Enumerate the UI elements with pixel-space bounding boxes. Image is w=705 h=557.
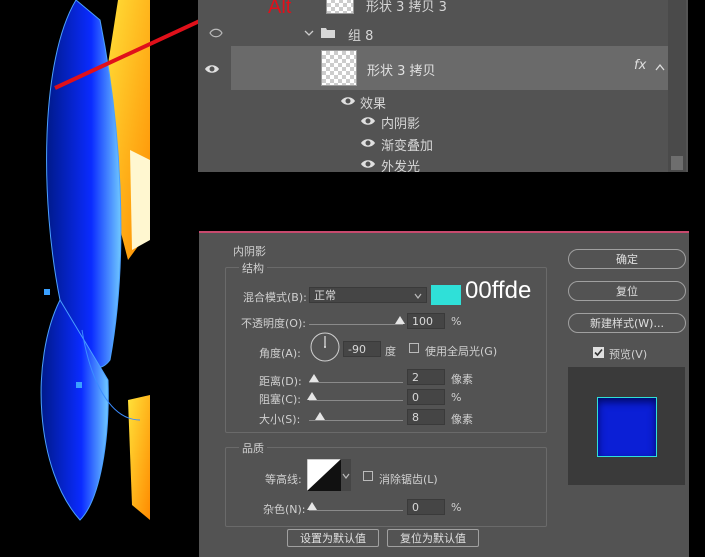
style-preview	[568, 367, 685, 485]
degree-unit: 度	[385, 345, 396, 358]
layer-name: 形状 3 拷贝 3	[366, 0, 447, 15]
opacity-slider-knob[interactable]	[395, 316, 405, 324]
effect-name: 渐变叠加	[381, 139, 434, 154]
distance-slider[interactable]	[309, 382, 403, 383]
pixel-unit: 像素	[451, 373, 473, 386]
set-default-button[interactable]: 设置为默认值	[287, 529, 379, 547]
distance-input[interactable]: 2	[407, 369, 445, 385]
noise-slider-knob[interactable]	[307, 502, 317, 510]
opacity-slider[interactable]	[309, 324, 403, 325]
chevron-up-icon[interactable]	[655, 63, 665, 71]
noise-label: 杂色(N):	[263, 503, 306, 516]
preview-swatch	[597, 397, 657, 457]
choke-input[interactable]: 0	[407, 389, 445, 405]
angle-label: 角度(A):	[259, 347, 301, 360]
eye-icon[interactable]	[204, 61, 220, 77]
reset-button[interactable]: 复位	[568, 281, 686, 301]
effect-name: 外发光	[381, 160, 421, 172]
folder-icon	[321, 28, 335, 38]
artwork-canvas	[0, 0, 200, 555]
eye-off-icon[interactable]	[208, 25, 224, 41]
quality-label: 品质	[239, 440, 267, 456]
section-title: 内阴影	[233, 245, 266, 258]
angle-input[interactable]: -90	[343, 341, 381, 357]
eye-icon[interactable]	[340, 93, 356, 109]
layer-thumbnail	[321, 50, 357, 86]
layer-name: 形状 3 拷贝	[367, 64, 436, 79]
percent-unit: %	[451, 501, 462, 514]
distance-label: 距离(D):	[259, 375, 302, 388]
choke-label: 阻塞(C):	[259, 393, 301, 406]
fx-badge[interactable]: fx	[634, 58, 646, 73]
preview-checkbox[interactable]	[593, 347, 604, 358]
global-light-label: 使用全局光(G)	[425, 345, 498, 358]
percent-unit: %	[451, 315, 462, 328]
ok-button[interactable]: 确定	[568, 249, 686, 269]
choke-slider-knob[interactable]	[307, 392, 317, 400]
group-name: 组 8	[348, 29, 374, 44]
blend-mode-label: 混合模式(B):	[243, 291, 307, 304]
group-row[interactable]: 组 8	[198, 22, 670, 44]
contour-picker[interactable]	[307, 459, 341, 491]
reset-default-button[interactable]: 复位为默认值	[387, 529, 479, 547]
layer-thumbnail	[326, 0, 354, 14]
anti-alias-checkbox[interactable]	[363, 471, 373, 481]
percent-unit: %	[451, 391, 462, 404]
blend-mode-select[interactable]: 正常	[309, 287, 427, 303]
noise-input[interactable]: 0	[407, 499, 445, 515]
layer-style-dialog: 内阴影 结构 混合模式(B): 正常 00ffde 不透明度(O): 100 %…	[199, 231, 689, 557]
size-slider-knob[interactable]	[315, 412, 325, 420]
angle-dial[interactable]	[309, 331, 341, 363]
preview-label: 预览(V)	[609, 348, 648, 361]
hex-annotation: 00ffde	[465, 277, 532, 304]
check-icon	[594, 348, 603, 357]
layers-scrollbar[interactable]	[668, 0, 686, 172]
opacity-label: 不透明度(O):	[241, 317, 306, 330]
new-style-button[interactable]: 新建样式(W)...	[568, 313, 686, 333]
chevron-down-icon[interactable]	[341, 459, 351, 491]
scrollbar-thumb[interactable]	[671, 156, 683, 170]
structure-label: 结构	[239, 260, 267, 276]
global-light-checkbox[interactable]	[409, 343, 419, 353]
effect-item-gradient-overlay[interactable]: 渐变叠加	[198, 132, 670, 154]
eye-icon[interactable]	[360, 135, 376, 151]
effects-row[interactable]: 效果	[198, 90, 670, 112]
contour-label: 等高线:	[265, 473, 302, 486]
size-input[interactable]: 8	[407, 409, 445, 425]
pixel-unit: 像素	[451, 413, 473, 426]
size-label: 大小(S):	[259, 413, 301, 426]
chevron-down-icon	[414, 293, 422, 299]
selected-layer-row[interactable]: 形状 3 拷贝 fx	[231, 46, 668, 90]
opacity-input[interactable]: 100	[407, 313, 445, 329]
effect-item-outer-glow[interactable]: 外发光	[198, 153, 670, 172]
eye-icon[interactable]	[360, 156, 376, 172]
choke-slider[interactable]	[309, 400, 403, 401]
alt-annotation: Alt	[268, 0, 292, 18]
distance-slider-knob[interactable]	[309, 374, 319, 382]
chevron-down-icon[interactable]	[304, 28, 314, 38]
anti-alias-label: 消除锯齿(L)	[379, 473, 438, 486]
noise-slider[interactable]	[309, 510, 403, 511]
layers-panel: 形状 3 拷贝 3 组 8 形状 3 拷贝 fx 效果 内阴影 渐变叠加 外发光	[198, 0, 688, 172]
effect-name: 内阴影	[381, 117, 421, 132]
effect-item-inner-shadow[interactable]: 内阴影	[198, 110, 670, 132]
eye-icon[interactable]	[360, 113, 376, 129]
size-slider[interactable]	[309, 420, 403, 421]
color-swatch[interactable]	[431, 285, 461, 305]
